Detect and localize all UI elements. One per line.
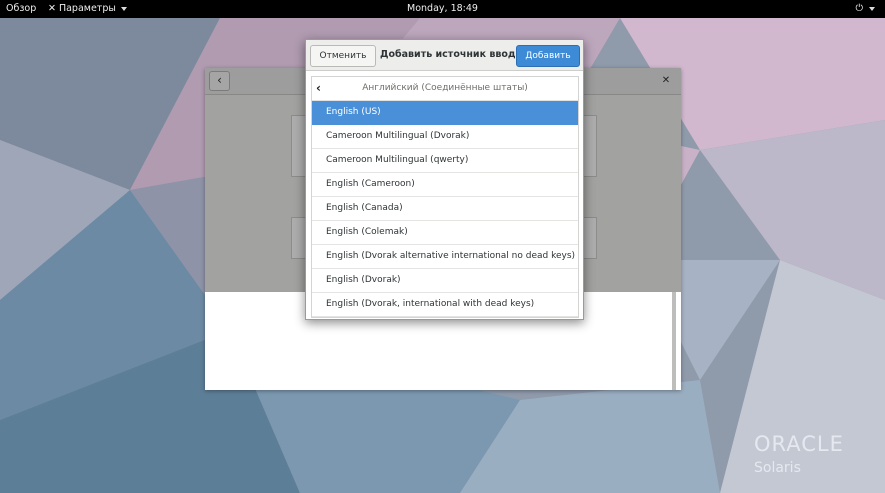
list-item[interactable]: Cameroon Multilingual (Dvorak) — [312, 125, 578, 149]
power-icon: ⏻ — [855, 3, 863, 14]
add-button[interactable]: Добавить — [516, 45, 580, 67]
list-item[interactable]: English (US) — [312, 101, 578, 125]
list-item[interactable]: Cameroon Multilingual (qwerty) — [312, 149, 578, 173]
logo-sub: Solaris — [754, 460, 801, 476]
oracle-solaris-logo: ORACLE Solaris — [754, 433, 844, 478]
list-item[interactable]: English (Cameroon) — [312, 173, 578, 197]
list-item[interactable]: English (Canada) — [312, 197, 578, 221]
add-input-source-dialog: Отменить Добавить источник ввода Добавит… — [305, 39, 584, 320]
list-header-label: Английский (Соединённые штаты) — [362, 83, 528, 93]
layout-list: ‹ Английский (Соединённые штаты) English… — [311, 76, 579, 318]
cancel-button[interactable]: Отменить — [310, 45, 376, 67]
logo-word: ORACLE — [754, 432, 844, 456]
list-header[interactable]: ‹ Английский (Соединённые штаты) — [312, 77, 578, 101]
system-menu[interactable]: ⏻ — [855, 3, 875, 14]
top-bar: Обзор ✕ Параметры Monday, 18:49 ⏻ — [0, 0, 885, 18]
back-arrow-icon[interactable]: ‹ — [316, 77, 321, 100]
chevron-down-icon — [869, 6, 875, 11]
dialog-title: Добавить источник ввода — [380, 49, 522, 60]
list-item[interactable]: English (Dvorak alternative internationa… — [312, 245, 578, 269]
dialog-header: Отменить Добавить источник ввода Добавит… — [306, 40, 583, 71]
clock[interactable]: Monday, 18:49 — [0, 3, 885, 14]
list-item[interactable]: English (Dvorak, international with dead… — [312, 293, 578, 317]
list-item[interactable]: English (Dvorak) — [312, 269, 578, 293]
list-item[interactable]: English (Colemak) — [312, 221, 578, 245]
settings-scrollbar[interactable] — [672, 292, 676, 390]
